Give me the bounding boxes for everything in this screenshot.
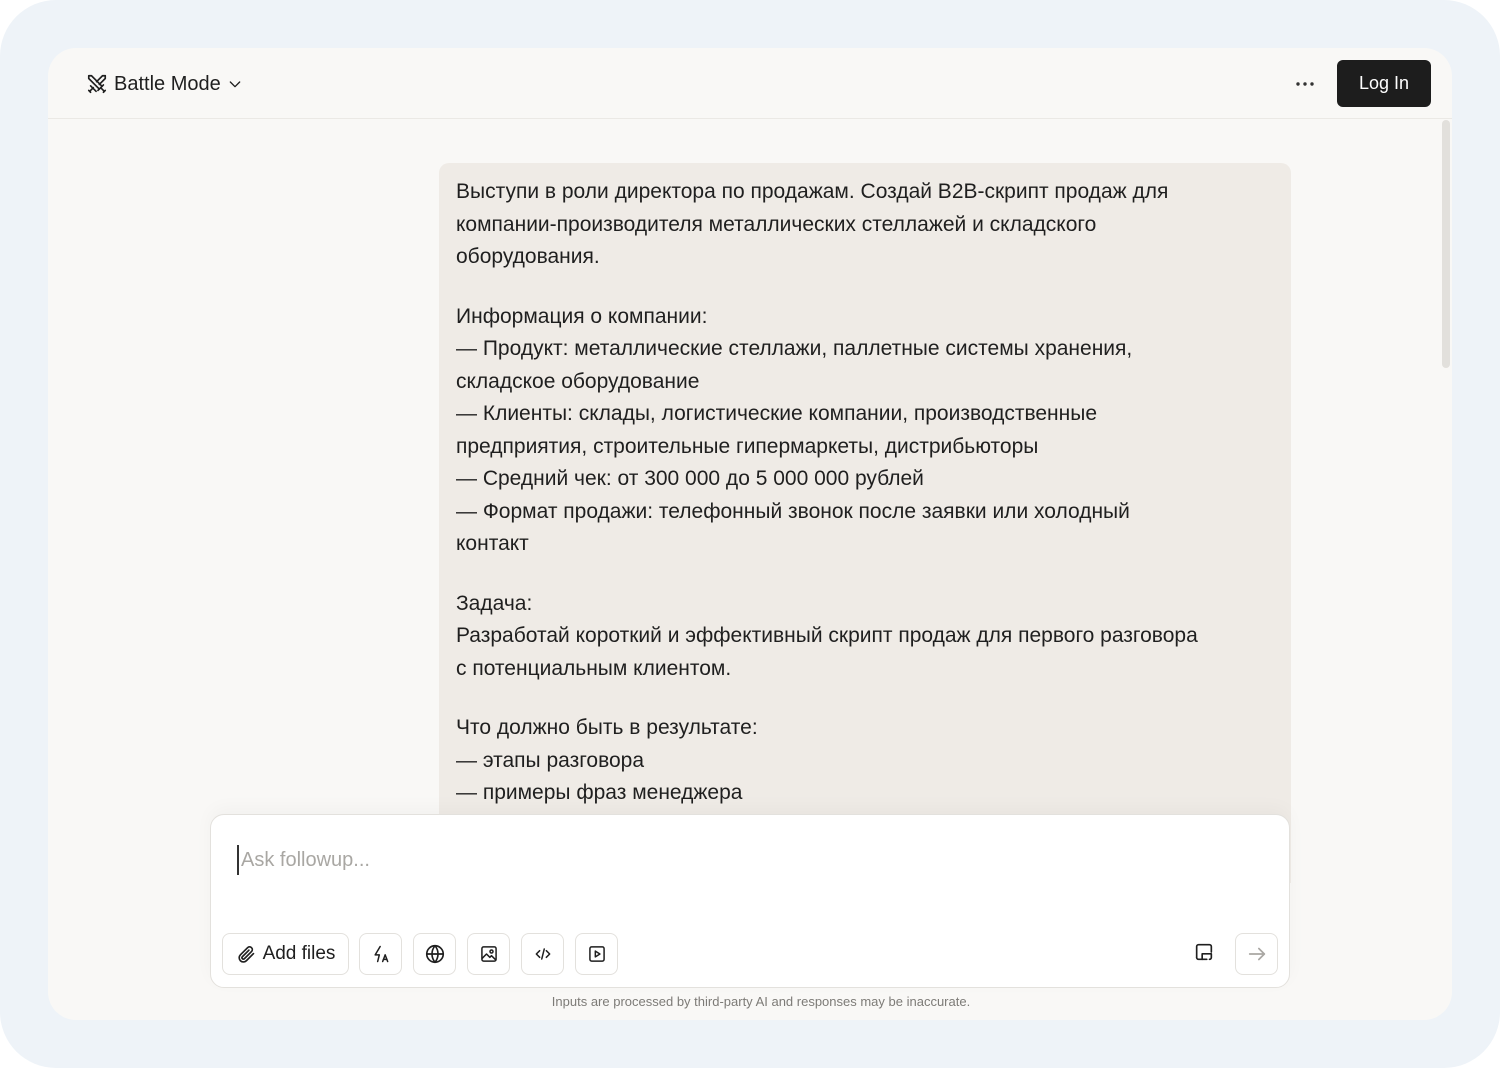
swords-icon <box>86 73 108 95</box>
followup-input[interactable] <box>237 845 1241 875</box>
canvas-icon <box>1193 941 1215 968</box>
message-paragraph: Что должно быть в результате: — этапы ра… <box>456 712 1274 810</box>
globe-icon <box>424 943 446 965</box>
composer: Add files <box>210 814 1290 988</box>
header: Battle Mode Log In <box>48 48 1452 119</box>
message-line: Задача: <box>456 591 533 615</box>
web-search-button[interactable] <box>413 933 456 975</box>
message-line: контакт <box>456 532 529 555</box>
canvas-button[interactable] <box>1183 933 1225 975</box>
code-button[interactable] <box>521 933 564 975</box>
battle-mode-dropdown[interactable]: Battle Mode <box>86 70 243 98</box>
send-button[interactable] <box>1235 933 1278 975</box>
arrow-right-icon <box>1246 943 1268 965</box>
message-line: — Формат продажи: телефонный звонок посл… <box>456 499 1130 523</box>
video-icon <box>587 944 607 964</box>
mode-label: Battle Mode <box>114 72 221 95</box>
disclaimer: Inputs are processed by third-party AI a… <box>551 994 971 1009</box>
log-in-button[interactable]: Log In <box>1337 60 1431 107</box>
code-icon <box>533 944 553 964</box>
message-line: с потенциальным клиентом. <box>456 656 732 680</box>
message-line: оборудования. <box>456 245 600 268</box>
more-horizontal-icon <box>1295 74 1315 92</box>
message-paragraph: Задача: Разработай короткий и эффективны… <box>456 588 1274 686</box>
message-paragraph: Выступи в роли директора по продажам. Со… <box>456 176 1274 274</box>
message-line: предприятия, строительные гипермаркеты, … <box>456 434 1039 458</box>
message-line: — Средний чек: от 300 000 до 5 000 000 р… <box>456 467 924 490</box>
lightning-icon <box>371 944 391 964</box>
message-text: Выступи в роли директора по продажам. Со… <box>439 163 1291 810</box>
message-line: — Клиенты: склады, логистические компани… <box>456 402 1098 425</box>
paperclip-icon <box>236 944 256 964</box>
image-icon <box>479 944 499 964</box>
message-line: — этапы разговора <box>456 748 645 772</box>
more-options-button[interactable] <box>1292 70 1318 96</box>
chevron-down-icon <box>227 76 243 92</box>
add-files-button[interactable]: Add files <box>222 933 349 975</box>
message-paragraph: Информация о компании: — Продукт: металл… <box>456 301 1274 561</box>
user-message-bubble: Выступи в роли директора по продажам. Со… <box>439 163 1291 883</box>
chat-window: Battle Mode Log In Выступи в роли директ… <box>48 48 1452 1020</box>
message-line: Выступи в роли директора по продажам. Со… <box>456 180 1169 203</box>
message-line: — Продукт: металлические стеллажи, палле… <box>456 337 1133 360</box>
model-tool-button[interactable] <box>359 933 402 975</box>
add-files-label: Add files <box>262 943 336 964</box>
message-line: компании-производителя металлических сте… <box>456 212 1097 236</box>
app-frame: Battle Mode Log In Выступи в роли директ… <box>0 0 1500 1068</box>
message-line: — примеры фраз менеджера <box>456 781 743 804</box>
message-line: Разработай короткий и эффективный скрипт… <box>456 624 1198 647</box>
scrollbar[interactable] <box>1442 120 1450 368</box>
video-button[interactable] <box>575 933 618 975</box>
message-line: Что должно быть в результате: <box>456 716 758 739</box>
image-generation-button[interactable] <box>467 933 510 975</box>
message-line: Информация о компании: <box>456 304 708 328</box>
message-line: складское оборудование <box>456 369 700 393</box>
